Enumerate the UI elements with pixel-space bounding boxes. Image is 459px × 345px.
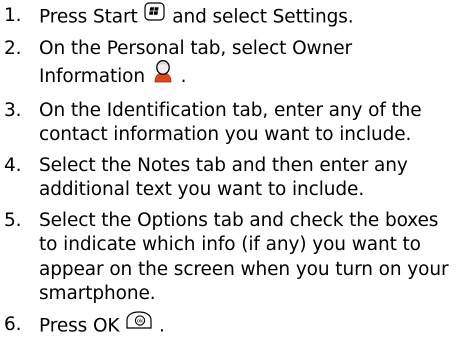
step-number: 5. xyxy=(4,209,22,231)
step-text: On the Personal tab, select Owner Inform… xyxy=(39,37,352,87)
step-5: 5. Select the Options tab and check the … xyxy=(0,209,459,307)
step-2: 2. On the Personal tab, select Owner Inf… xyxy=(0,37,459,93)
owner-information-icon xyxy=(152,59,174,91)
step-number: 3. xyxy=(4,99,22,121)
step-text: Press OK xyxy=(39,314,120,336)
step-text: Select the Notes tab and then enter any … xyxy=(39,154,408,201)
step-text-cont: . xyxy=(159,314,165,336)
step-4: 4. Select the Notes tab and then enter a… xyxy=(0,154,459,203)
step-1: 1. Press Start and select Settings. xyxy=(0,2,459,31)
step-text-cont: . xyxy=(180,65,187,87)
step-text-cont: and select Settings. xyxy=(172,6,354,28)
step-number: 2. xyxy=(4,37,22,59)
step-text: Select the Options tab and check the box… xyxy=(39,209,449,305)
windows-start-key-icon xyxy=(144,2,166,29)
svg-text:ok: ok xyxy=(137,318,144,324)
step-text: On the Identification tab, enter any of … xyxy=(39,99,422,146)
step-6: 6. Press OK ok . xyxy=(0,310,459,340)
ok-key-icon: ok xyxy=(126,310,152,338)
step-number: 4. xyxy=(4,154,22,176)
step-number: 6. xyxy=(4,313,22,335)
step-text: Press Start xyxy=(39,6,138,28)
step-3: 3. On the Identification tab, enter any … xyxy=(0,99,459,148)
instruction-list: 1. Press Start and select Settings. 2. O… xyxy=(0,2,459,345)
step-number: 1. xyxy=(4,5,22,26)
